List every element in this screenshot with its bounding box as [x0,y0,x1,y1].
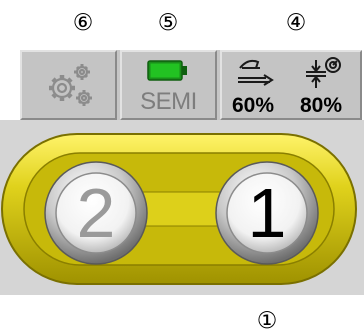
close-speed-value: 80% [300,94,343,117]
speed-panel: 60% 80% [220,50,362,120]
hand-1-button[interactable]: 1 [214,160,320,266]
hand-2-label: 2 [76,174,116,252]
speed-marker: ④ [285,10,307,36]
open-speed-value: 60% [232,94,275,117]
mode-marker: ⑤ [157,10,179,36]
hand-2-button[interactable]: 2 [43,160,149,266]
active-hand-marker: ① [256,308,278,334]
mode-label: SEMI [140,88,197,115]
settings-button[interactable] [20,50,117,120]
settings-marker: ⑥ [72,10,94,36]
gears-icon [49,64,92,106]
battery-icon [147,60,187,81]
toolbar: SEMI 60% 80% [20,50,362,120]
grip-close-icon[interactable] [298,54,348,94]
hand-1-label: 1 [247,174,287,252]
hand-selector-panel: 2 1 [0,120,364,295]
mode-button[interactable]: SEMI [120,50,217,120]
hand-open-icon[interactable] [232,54,282,94]
